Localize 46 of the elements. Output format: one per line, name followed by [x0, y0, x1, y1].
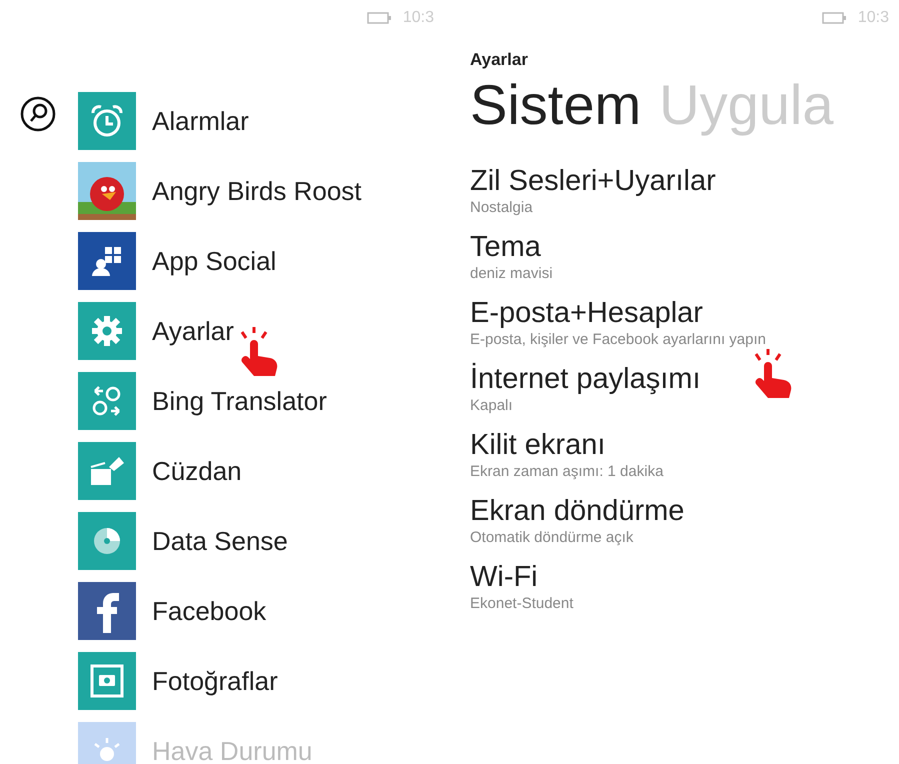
app-tile[interactable]	[78, 652, 136, 710]
app-name[interactable]: Data Sense	[152, 526, 288, 556]
app-tile[interactable]	[78, 302, 136, 360]
search-icon[interactable]	[20, 96, 56, 132]
app-name[interactable]: Facebook	[152, 596, 266, 626]
app-title: Ayarlar	[470, 50, 529, 70]
pie-chart-icon	[92, 526, 122, 556]
wallet-icon	[89, 455, 125, 487]
app-name[interactable]: Fotoğraflar	[152, 666, 278, 696]
app-tile[interactable]	[78, 372, 136, 430]
setting-title[interactable]: Tema	[470, 229, 899, 265]
setting-subtitle: deniz mavisi	[470, 265, 554, 283]
app-name[interactable]: Angry Birds Roost	[152, 176, 362, 206]
setting-subtitle: Ekran zaman aşımı: 1 dakika	[470, 463, 664, 481]
app-tile[interactable]	[78, 162, 136, 220]
setting-title[interactable]: E-posta+Hesaplar	[470, 295, 899, 331]
battery-icon	[822, 12, 848, 24]
app-tile[interactable]	[78, 92, 136, 150]
app-name[interactable]: Bing Translator	[152, 386, 327, 416]
alarm-clock-icon	[90, 104, 124, 138]
setting-subtitle: E-posta, kişiler ve Facebook ayarlarını yapın	[470, 331, 767, 349]
setting-subtitle: Ekonet-Student	[470, 595, 574, 613]
setting-subtitle: Nostalgia	[470, 199, 534, 217]
setting-title[interactable]: Kilit ekranı	[470, 427, 899, 463]
battery-icon	[366, 12, 393, 24]
setting-subtitle: Otomatik döndürme açık	[470, 529, 634, 547]
swap-arrows-icon	[91, 385, 123, 417]
app-name[interactable]: Ayarlar	[152, 316, 234, 346]
app-tile[interactable]	[78, 722, 136, 764]
setting-title[interactable]: Ekran döndürme	[470, 493, 899, 529]
photo-frame-icon	[90, 664, 124, 698]
bird-drawing	[78, 162, 136, 220]
setting-subtitle: Kapalı	[470, 397, 514, 415]
app-name[interactable]: App Social	[152, 246, 276, 276]
setting-title[interactable]: Zil Sesleri+Uyarılar	[470, 163, 899, 199]
pivot-tab[interactable]: Sistem	[470, 72, 642, 137]
person-grid-icon	[91, 245, 123, 277]
app-tile[interactable]	[78, 232, 136, 290]
app-name[interactable]: Cüzdan	[152, 456, 242, 486]
app-tile[interactable]	[78, 442, 136, 500]
setting-title[interactable]: İnternet paylaşımı	[470, 361, 899, 397]
setting-title[interactable]: Wi-Fi	[470, 559, 899, 595]
gear-icon	[90, 314, 124, 348]
app-tile[interactable]	[78, 512, 136, 570]
app-name[interactable]: Alarmlar	[152, 106, 249, 136]
app-tile[interactable]	[78, 582, 136, 640]
